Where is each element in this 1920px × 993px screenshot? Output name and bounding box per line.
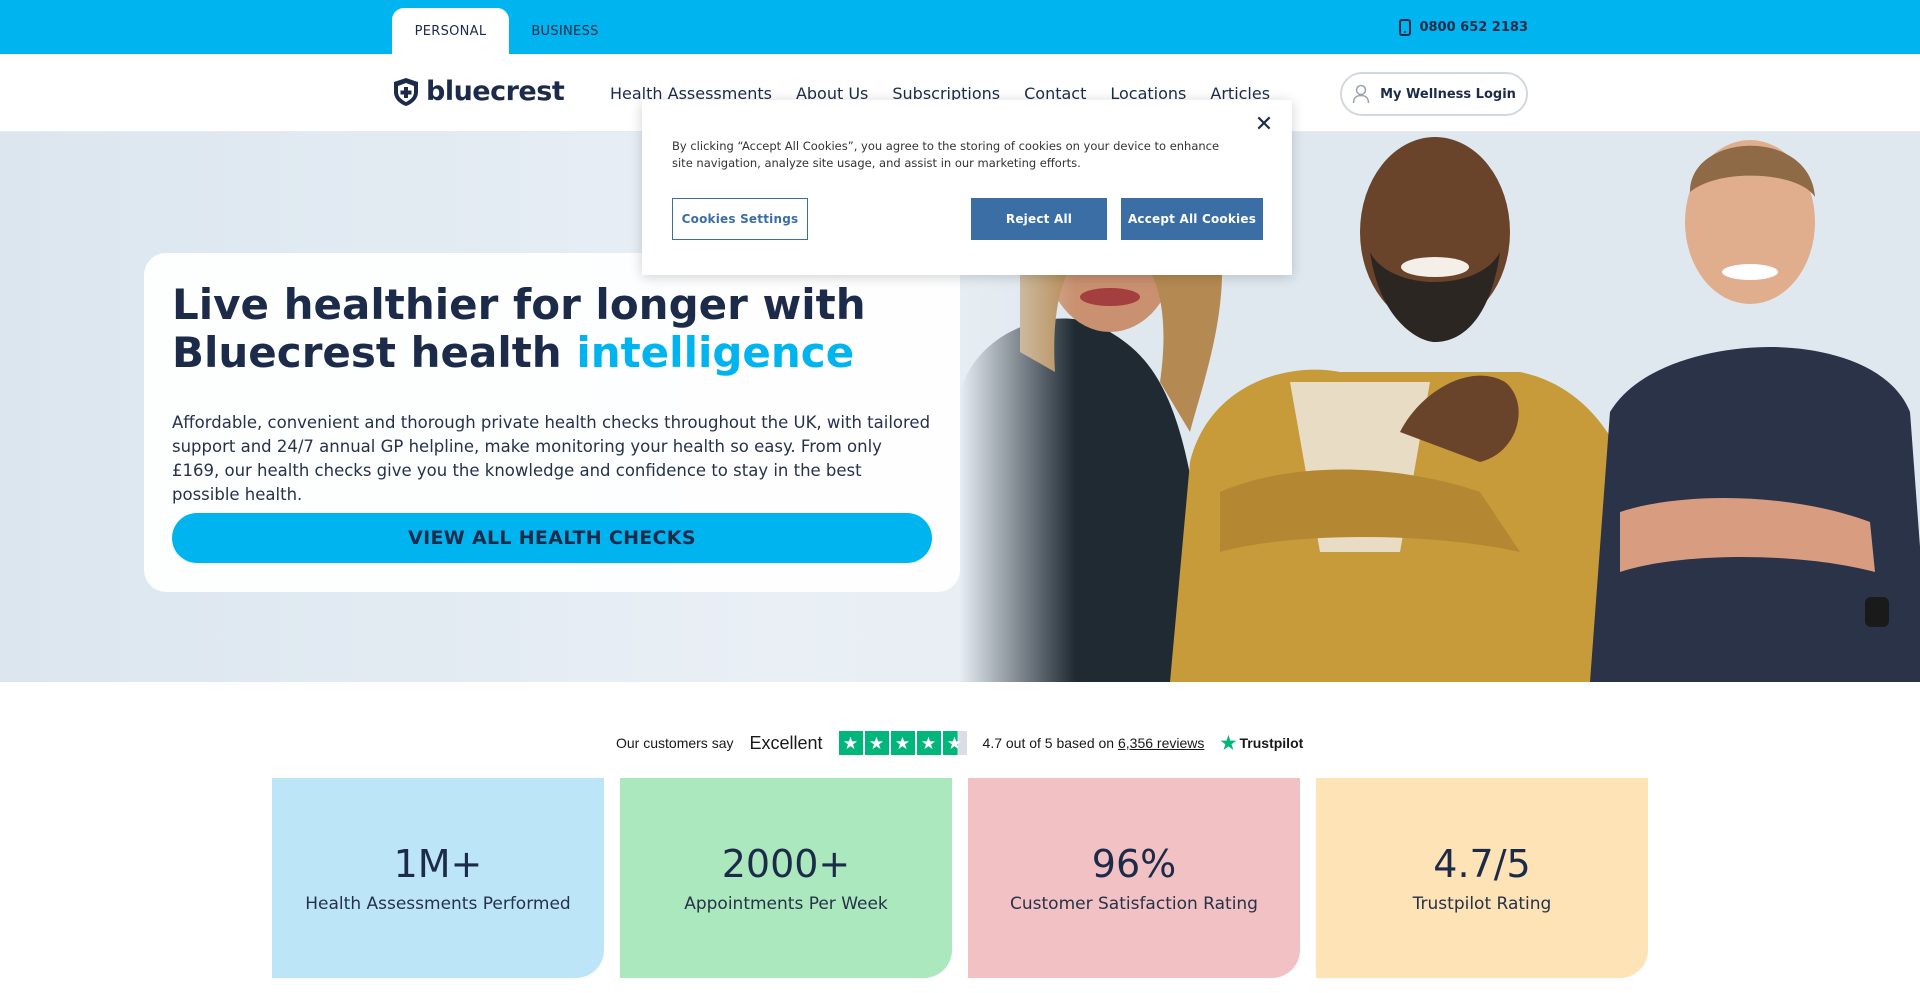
star-icon: ★ [890, 731, 915, 755]
user-icon [1352, 84, 1370, 104]
cookie-text: By clicking “Accept All Cookies”, you ag… [672, 139, 1220, 170]
star-icon: ★ [864, 731, 889, 755]
stats-row: 1M+ Health Assessments Performed 2000+ A… [272, 778, 1648, 978]
phone-icon [1399, 18, 1412, 36]
stat-value: 2000+ [721, 842, 851, 886]
stat-label: Health Assessments Performed [305, 894, 571, 914]
trustpilot-stars: ★ ★ ★ ★ ★ [838, 731, 967, 755]
hero-title: Live healthier for longer with Bluecrest… [172, 280, 866, 377]
trustpilot-intro: Our customers say [616, 735, 734, 751]
stat-card: 2000+ Appointments Per Week [620, 778, 952, 978]
view-all-health-checks-button[interactable]: VIEW ALL HEALTH CHECKS [172, 513, 932, 563]
stat-card: 96% Customer Satisfaction Rating [968, 778, 1300, 978]
logo-text: bluecrest [426, 76, 565, 107]
star-icon: ★ [1220, 732, 1237, 753]
hero-card: Live healthier for longer with Bluecrest… [144, 253, 960, 592]
stat-value: 96% [1091, 842, 1177, 886]
trustpilot-widget[interactable]: Our customers say Excellent ★ ★ ★ ★ ★ 4.… [616, 728, 1303, 758]
stat-card: 4.7/5 Trustpilot Rating [1316, 778, 1648, 978]
trustpilot-logo[interactable]: ★ Trustpilot [1220, 733, 1303, 754]
trustpilot-rating-word: Excellent [749, 732, 823, 753]
tab-personal[interactable]: PERSONAL [392, 8, 509, 54]
hero-title-accent: intelligence [576, 328, 855, 377]
stat-label: Customer Satisfaction Rating [1010, 894, 1258, 914]
star-icon: ★ [916, 731, 941, 755]
stat-value: 4.7/5 [1433, 842, 1531, 886]
half-star-icon: ★ [942, 731, 967, 755]
trustpilot-score: 4.7 out of 5 based on 6,356 reviews [982, 735, 1205, 751]
tab-business[interactable]: BUSINESS [516, 8, 614, 54]
cookie-consent-dialog: ✕ By clicking “Accept All Cookies”, you … [642, 100, 1292, 275]
login-label: My Wellness Login [1380, 86, 1516, 102]
phone-link[interactable]: 0800 652 2183 [1399, 0, 1528, 54]
stat-label: Trustpilot Rating [1412, 894, 1552, 914]
cookies-settings-button[interactable]: Cookies Settings [672, 198, 808, 240]
shield-plus-icon [394, 77, 418, 106]
phone-number: 0800 652 2183 [1419, 19, 1528, 35]
hero-description: Affordable, convenient and thorough priv… [172, 413, 931, 504]
trustpilot-reviews-link[interactable]: 6,356 reviews [1118, 735, 1204, 751]
wellness-login-button[interactable]: My Wellness Login [1340, 72, 1528, 116]
stat-label: Appointments Per Week [684, 894, 888, 914]
reject-all-button[interactable]: Reject All [971, 198, 1107, 240]
accept-all-cookies-button[interactable]: Accept All Cookies [1121, 198, 1263, 240]
top-bar: PERSONAL BUSINESS 0800 652 2183 [0, 0, 1920, 54]
logo[interactable]: bluecrest [392, 76, 565, 107]
stat-value: 1M+ [393, 842, 483, 886]
star-icon: ★ [838, 731, 863, 755]
close-icon[interactable]: ✕ [1254, 112, 1274, 137]
stat-card: 1M+ Health Assessments Performed [272, 778, 604, 978]
